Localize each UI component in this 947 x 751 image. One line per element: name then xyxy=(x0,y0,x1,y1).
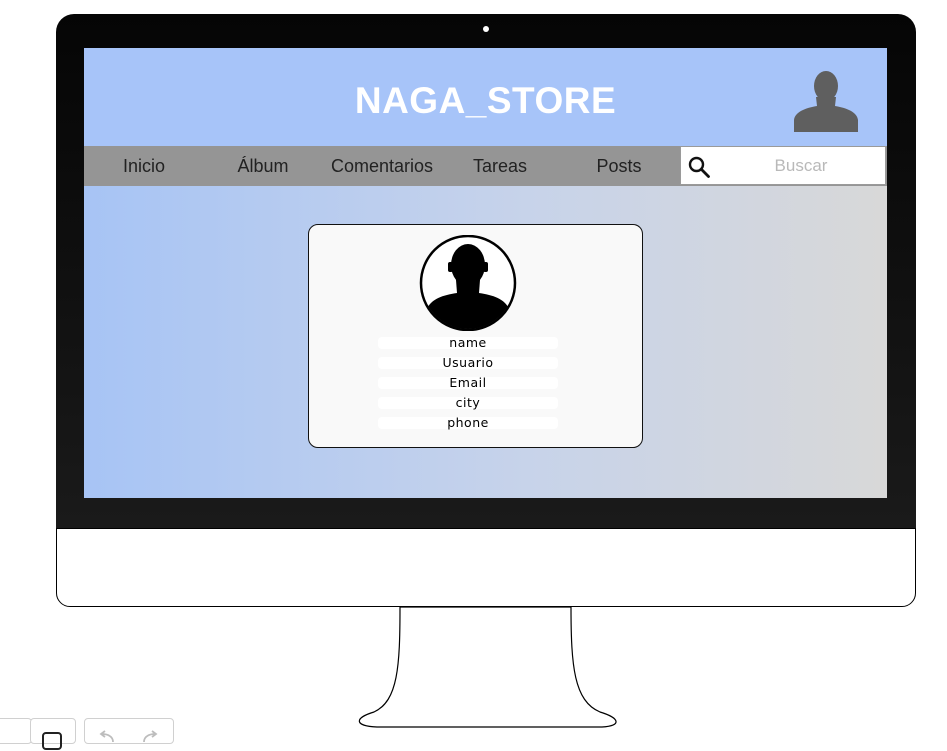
search-icon[interactable] xyxy=(687,155,711,179)
search-box[interactable] xyxy=(680,146,886,185)
profile-city: city xyxy=(378,396,558,409)
toolbar-button-left[interactable] xyxy=(0,718,32,744)
profile-email: Email xyxy=(378,376,558,389)
search-input[interactable] xyxy=(721,147,881,184)
site-title: NAGA_STORE xyxy=(354,80,617,121)
undo-icon[interactable] xyxy=(97,730,117,744)
nav-item-inicio[interactable]: Inicio xyxy=(84,146,204,186)
monitor-chin xyxy=(56,528,916,607)
nav-item-tareas[interactable]: Tareas xyxy=(440,146,560,186)
profile-name: name xyxy=(378,336,558,349)
profile-user: Usuario xyxy=(378,356,558,369)
redo-icon[interactable] xyxy=(140,730,160,744)
nav-item-posts[interactable]: Posts xyxy=(559,146,679,186)
nav-item-album[interactable]: Álbum xyxy=(203,146,323,186)
frame-icon xyxy=(42,732,62,750)
monitor-stand xyxy=(358,606,617,728)
toolbar-button-frame[interactable] xyxy=(30,718,76,750)
nav-item-comentarios[interactable]: Comentarios xyxy=(322,146,442,186)
site-header: NAGA_STORE xyxy=(84,48,887,146)
camera-dot xyxy=(483,26,489,32)
undo-redo-group xyxy=(84,718,174,744)
profile-phone: phone xyxy=(378,416,558,429)
profile-avatar-icon xyxy=(419,235,517,331)
user-avatar-icon[interactable] xyxy=(791,64,861,134)
screen: NAGA_STORE Inicio Álbum Comentarios Tare… xyxy=(84,48,887,498)
profile-card: name Usuario Email city phone xyxy=(308,224,643,448)
